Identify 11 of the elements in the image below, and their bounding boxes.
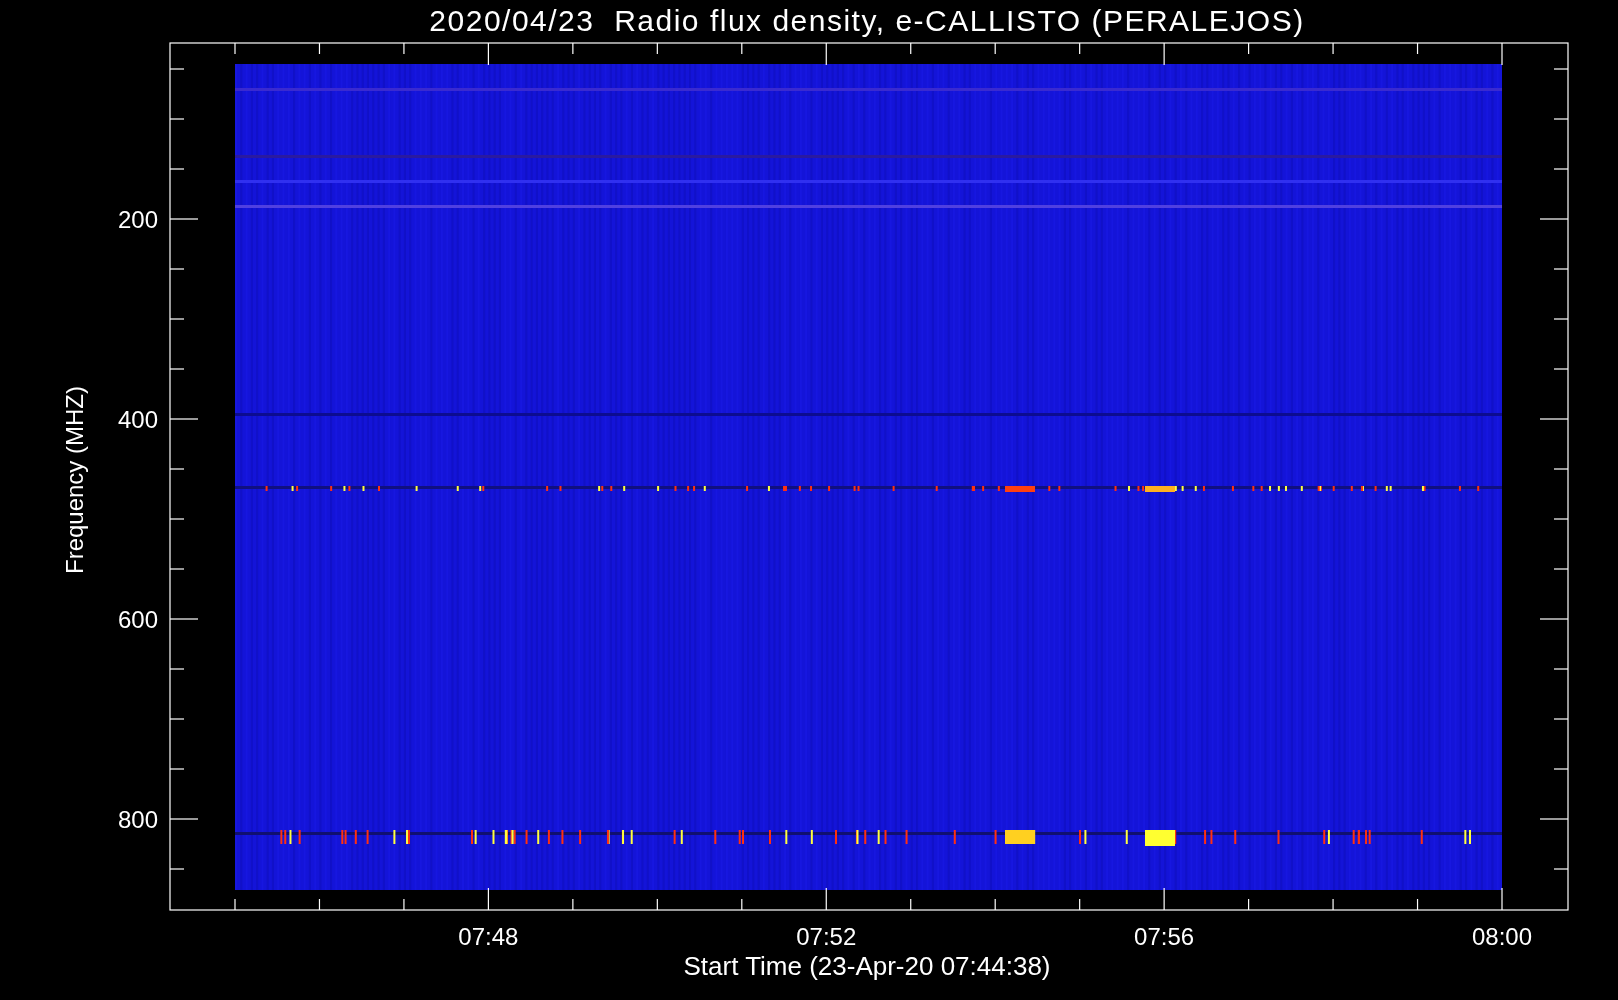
y-axis-label: Frequency (MHZ) (61, 386, 88, 574)
y-tick-label: 400 (117, 406, 158, 433)
y-tick-label: 600 (117, 606, 158, 633)
y-tick-label: 200 (117, 206, 158, 233)
x-tick-label: 07:48 (458, 923, 519, 950)
x-tick-label: 07:52 (796, 923, 857, 950)
chart-title: 2020/04/23 Radio flux density, e-CALLISTO (PERALEJOS) (429, 4, 1305, 37)
x-tick-label: 07:56 (1134, 923, 1195, 950)
x-tick-label: 08:00 (1471, 923, 1533, 950)
y-tick-label: 800 (117, 806, 158, 833)
x-axis-label: Start Time (23-Apr-20 07:44:38) (683, 951, 1051, 981)
